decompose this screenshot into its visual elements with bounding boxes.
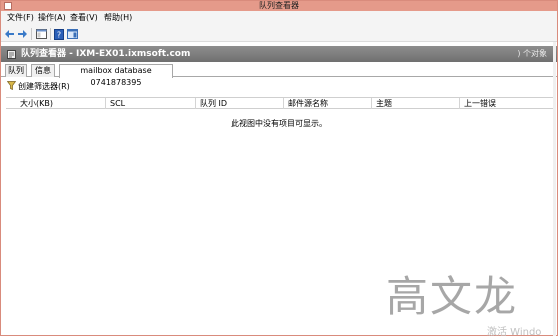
- toolbar: ?: [1, 25, 557, 42]
- queue-viewer-window: 队列查看器 文件(F) 操作(A) 查看(V) 帮助(H) ? 队列查看器 - …: [0, 0, 558, 336]
- help-icon[interactable]: ?: [53, 28, 65, 40]
- column-scl[interactable]: SCL: [106, 98, 196, 109]
- menu-help[interactable]: 帮助(H): [104, 11, 132, 25]
- column-subject[interactable]: 主题: [372, 98, 460, 109]
- header-title: 队列查看器 - IXM-EX01.ixmsoft.com: [21, 49, 191, 59]
- console-tree-icon[interactable]: [35, 28, 47, 40]
- column-source-name[interactable]: 邮件源名称: [284, 98, 372, 109]
- window-title: 队列查看器: [259, 1, 299, 10]
- tab-queue[interactable]: 队列: [5, 64, 27, 77]
- filter-funnel-icon: [6, 80, 17, 92]
- title-bar: 队列查看器: [1, 1, 557, 11]
- empty-view-message: 此视图中没有项目可显示。: [231, 119, 327, 128]
- column-size[interactable]: 大小(KB): [16, 98, 106, 109]
- column-queue-id[interactable]: 队列 ID: [196, 98, 284, 109]
- menu-view[interactable]: 查看(V): [70, 11, 98, 25]
- menu-bar: 文件(F) 操作(A) 查看(V) 帮助(H): [1, 11, 557, 25]
- author-watermark: 高文龙: [386, 272, 519, 321]
- right-edge-scrollbar[interactable]: [553, 42, 556, 336]
- forward-arrow-icon[interactable]: [16, 28, 28, 40]
- menu-file[interactable]: 文件(F): [7, 11, 34, 25]
- toolbar-separator: [50, 28, 51, 40]
- back-arrow-icon[interactable]: [4, 28, 16, 40]
- column-last-error[interactable]: 上一错误: [460, 98, 550, 109]
- action-pane-icon[interactable]: [66, 28, 78, 40]
- object-count: ) 个对象: [517, 49, 547, 58]
- create-filter-button[interactable]: 创建筛选器(R): [6, 80, 70, 92]
- queue-viewer-header: 队列查看器 - IXM-EX01.ixmsoft.com ) 个对象: [1, 46, 557, 62]
- windows-activation-watermark: 激活 Windo: [487, 327, 542, 336]
- queue-viewer-icon: [7, 50, 16, 59]
- tab-messages[interactable]: 信息: [31, 64, 55, 77]
- message-grid-header: 大小(KB) SCL 队列 ID 邮件源名称 主题 上一错误: [6, 97, 554, 109]
- create-filter-label: 创建筛选器(R): [18, 81, 70, 91]
- tab-mailbox-database[interactable]: mailbox database 0741878395: [59, 64, 173, 87]
- toolbar-separator: [31, 28, 32, 40]
- menu-action[interactable]: 操作(A): [38, 11, 66, 25]
- svg-text:?: ?: [57, 30, 61, 39]
- tab-strip: 队列 信息 mailbox database 0741878395: [1, 63, 557, 87]
